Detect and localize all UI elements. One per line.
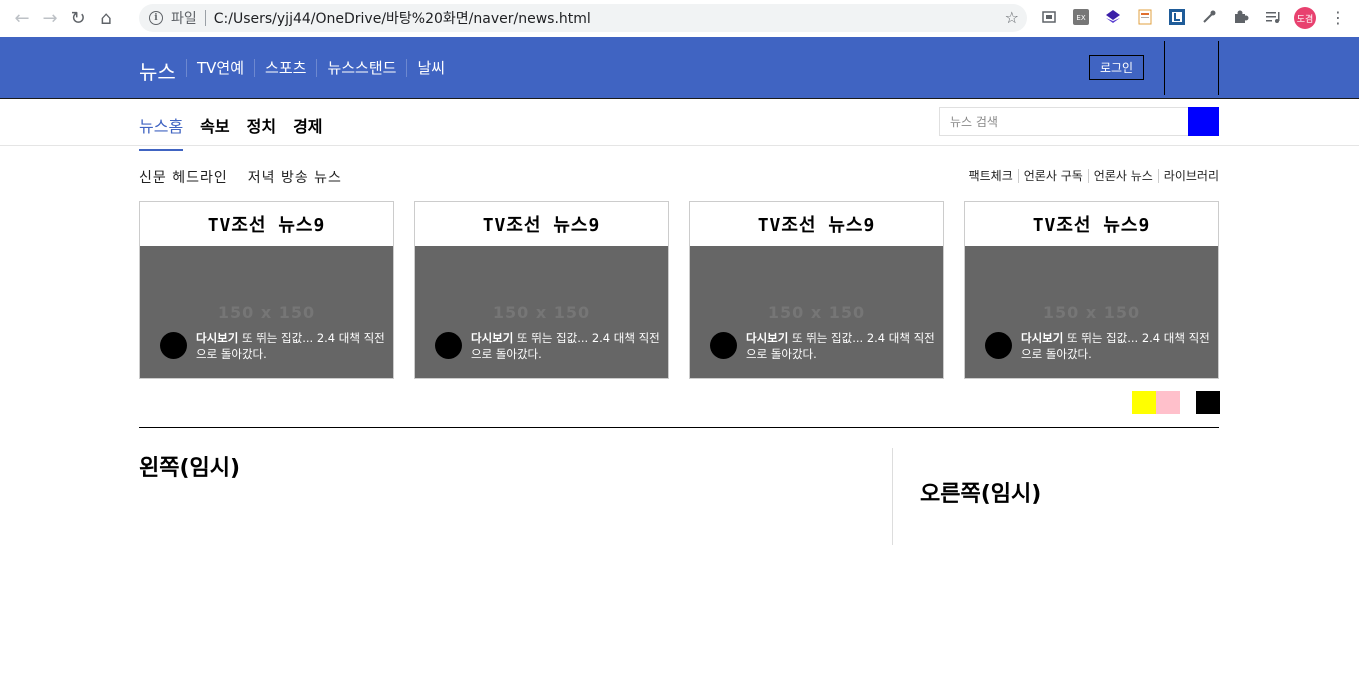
thumbnail-placeholder: 150 x 150 (217, 303, 316, 322)
link-factcheck[interactable]: 팩트체크 (964, 169, 1018, 183)
card-thumbnail[interactable]: 150 x 150 다시보기 또 뛰는 집값... 2.4 대책 직전으로 돌아… (140, 246, 393, 378)
broadcast-card[interactable]: TV조선 뉴스9 150 x 150 다시보기 또 뛰는 집값... 2.4 대… (139, 201, 394, 379)
tab-newspaper-headline[interactable]: 신문 헤드라인 (139, 167, 228, 187)
section-divider (139, 427, 1219, 428)
card-caption: 다시보기 또 뛰는 집값... 2.4 대책 직전으로 돌아갔다. (746, 331, 935, 361)
play-dot-icon[interactable] (985, 332, 1012, 359)
broadcast-card[interactable]: TV조선 뉴스9 150 x 150 다시보기 또 뛰는 집값... 2.4 대… (689, 201, 944, 379)
gnb-item-tv[interactable]: TV연예 (186, 59, 254, 77)
extension-l-icon[interactable] (1168, 8, 1186, 26)
card-title: TV조선 뉴스9 (1032, 215, 1151, 236)
gnb-item-sports[interactable]: 스포츠 (254, 59, 316, 77)
address-separator (204, 10, 206, 26)
broadcast-card[interactable]: TV조선 뉴스9 150 x 150 다시보기 또 뛰는 집값... 2.4 대… (964, 201, 1219, 379)
profile-avatar[interactable]: 도겸 (1294, 7, 1316, 29)
tab-politics[interactable]: 정치 (247, 113, 276, 151)
play-dot-icon[interactable] (160, 332, 187, 359)
extension-ex-icon[interactable]: EX (1072, 8, 1090, 26)
gnb-item-weather[interactable]: 날씨 (406, 59, 455, 77)
link-library[interactable]: 라이브러리 (1157, 169, 1219, 183)
card-title: TV조선 뉴스9 (482, 215, 601, 236)
puzzle-extensions-icon[interactable] (1232, 8, 1250, 26)
link-press-subscribe[interactable]: 언론사 구독 (1017, 169, 1088, 183)
left-column-title: 왼쪽(임시) (139, 456, 241, 481)
play-dot-icon[interactable] (710, 332, 737, 359)
column-divider (892, 448, 893, 545)
category-tabs: 뉴스홈 속보 정치 경제 (139, 113, 340, 151)
broadcast-card[interactable]: TV조선 뉴스9 150 x 150 다시보기 또 뛰는 집값... 2.4 대… (414, 201, 669, 379)
browser-toolbar: ← → ↻ ⌂ i 파일 C:/Users/yjj44/OneDrive/바탕%… (0, 0, 1359, 37)
svg-text:EX: EX (1076, 14, 1085, 22)
card-caption: 다시보기 또 뛰는 집값... 2.4 대책 직전으로 돌아갔다. (1021, 331, 1210, 361)
right-column-title: 오른쪽(임시) (920, 482, 1042, 507)
card-thumbnail[interactable]: 150 x 150 다시보기 또 뛰는 집값... 2.4 대책 직전으로 돌아… (690, 246, 943, 378)
card-title: TV조선 뉴스9 (207, 215, 326, 236)
card-caption: 다시보기 또 뛰는 집값... 2.4 대책 직전으로 돌아갔다. (471, 331, 660, 361)
play-dot-icon[interactable] (435, 332, 462, 359)
reload-icon[interactable]: ↻ (64, 5, 92, 33)
sub-nav: 뉴스홈 속보 정치 경제 (0, 99, 1359, 151)
kebab-menu-icon[interactable]: ⋮ (1330, 8, 1346, 27)
cast-icon[interactable] (1040, 8, 1058, 26)
global-nav: TV연예 스포츠 뉴스스탠드 날씨 (186, 59, 455, 77)
pager-square-black[interactable] (1196, 391, 1220, 414)
media-queue-icon[interactable] (1264, 8, 1282, 26)
card-thumbnail[interactable]: 150 x 150 다시보기 또 뛰는 집값... 2.4 대책 직전으로 돌아… (415, 246, 668, 378)
tab-evening-broadcast[interactable]: 저녁 방송 뉴스 (248, 167, 342, 187)
tab-news-home[interactable]: 뉴스홈 (139, 113, 184, 151)
pager-square-yellow[interactable] (1132, 391, 1156, 414)
login-button[interactable]: 로그인 (1089, 55, 1144, 80)
broadcast-cards: TV조선 뉴스9 150 x 150 다시보기 또 뛰는 집값... 2.4 대… (139, 201, 1219, 379)
eyedropper-icon[interactable] (1200, 8, 1218, 26)
home-icon[interactable]: ⌂ (92, 5, 120, 33)
card-thumbnail[interactable]: 150 x 150 다시보기 또 뛰는 집값... 2.4 대책 직전으로 돌아… (965, 246, 1218, 378)
address-bar[interactable]: i 파일 C:/Users/yjj44/OneDrive/바탕%20화면/nav… (139, 4, 1027, 32)
header-divider (1164, 41, 1165, 95)
tab-breaking[interactable]: 속보 (200, 113, 229, 151)
bookmark-star-icon[interactable]: ☆ (1005, 8, 1019, 27)
thumbnail-placeholder: 150 x 150 (492, 303, 591, 322)
card-title: TV조선 뉴스9 (757, 215, 876, 236)
tab-economy[interactable]: 경제 (293, 113, 322, 151)
pager-square-pink[interactable] (1156, 391, 1180, 414)
search-button[interactable] (1188, 107, 1219, 136)
extension-note-icon[interactable] (1136, 8, 1154, 26)
extension-layers-icon[interactable] (1104, 8, 1122, 26)
forward-arrow-icon[interactable]: → (36, 5, 64, 33)
header-divider (1218, 41, 1219, 95)
news-logo[interactable]: 뉴스 (139, 56, 176, 85)
news-search-input[interactable] (939, 107, 1188, 136)
back-arrow-icon[interactable]: ← (8, 5, 36, 33)
gnb-item-newsstand[interactable]: 뉴스스탠드 (316, 59, 406, 77)
address-url[interactable]: C:/Users/yjj44/OneDrive/바탕%20화면/naver/ne… (214, 8, 591, 28)
info-icon[interactable]: i (149, 11, 163, 25)
card-caption: 다시보기 또 뛰는 집값... 2.4 대책 직전으로 돌아갔다. (196, 331, 385, 361)
link-press-news[interactable]: 언론사 뉴스 (1087, 169, 1158, 183)
section-links: 팩트체크 언론사 구독 언론사 뉴스 라이브러리 (964, 169, 1219, 183)
thumbnail-placeholder: 150 x 150 (767, 303, 866, 322)
thumbnail-placeholder: 150 x 150 (1042, 303, 1141, 322)
section-tabs: 신문 헤드라인 저녁 방송 뉴스 (139, 167, 362, 187)
address-scheme: 파일 (171, 11, 197, 27)
site-header: 뉴스 TV연예 스포츠 뉴스스탠드 날씨 로그인 (0, 37, 1359, 99)
